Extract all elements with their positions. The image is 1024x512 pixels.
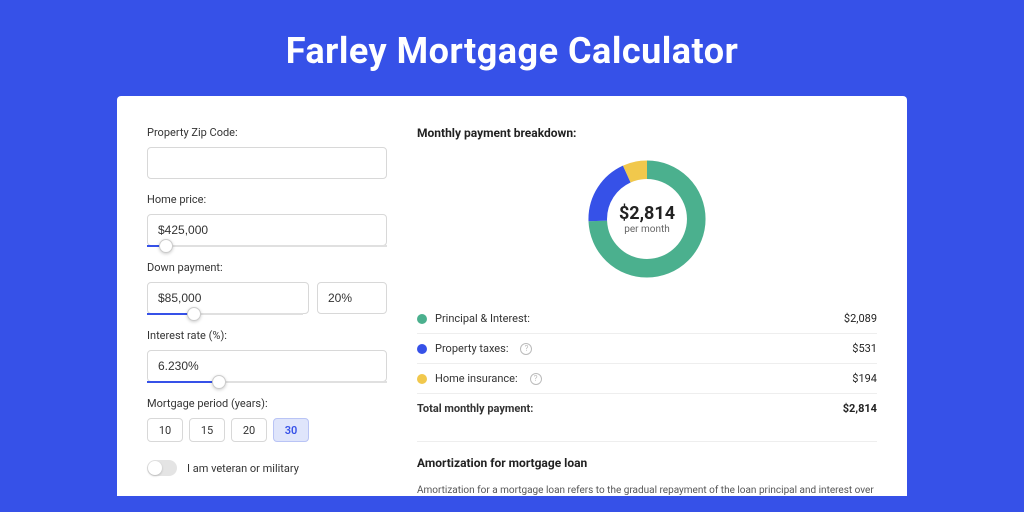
total-value: $2,814 (843, 402, 877, 415)
period-option-30[interactable]: 30 (273, 418, 309, 442)
down-payment-field: Down payment: (147, 261, 387, 315)
zip-input[interactable] (147, 147, 387, 179)
period-option-20[interactable]: 20 (231, 418, 267, 442)
period-option-15[interactable]: 15 (189, 418, 225, 442)
zip-label: Property Zip Code: (147, 126, 387, 139)
mortgage-period-label: Mortgage period (years): (147, 397, 387, 410)
amortization-text: Amortization for a mortgage loan refers … (417, 484, 877, 496)
down-payment-pct-input[interactable] (317, 282, 387, 314)
legend-label: Home insurance: (435, 372, 518, 385)
legend-value: $194 (852, 372, 877, 385)
slider-thumb[interactable] (212, 375, 226, 389)
veteran-toggle[interactable] (147, 460, 177, 476)
period-option-10[interactable]: 10 (147, 418, 183, 442)
calculator-card: Property Zip Code: Home price: Down paym… (117, 96, 907, 496)
slider-thumb[interactable] (159, 239, 173, 253)
home-price-slider[interactable] (147, 245, 387, 247)
donut-chart-wrap: $2,814 per month (417, 154, 877, 284)
legend-dot-icon (417, 344, 427, 354)
donut-chart: $2,814 per month (582, 154, 712, 284)
mortgage-period-field: Mortgage period (years): 10152030 (147, 397, 387, 442)
total-label: Total monthly payment: (417, 402, 533, 415)
home-price-field: Home price: (147, 193, 387, 247)
info-icon[interactable]: ? (530, 373, 542, 385)
donut-sub: per month (624, 224, 670, 235)
veteran-label: I am veteran or military (187, 462, 299, 475)
divider (417, 441, 877, 442)
home-price-input[interactable] (147, 214, 387, 246)
down-payment-input[interactable] (147, 282, 309, 314)
total-row: Total monthly payment: $2,814 (417, 394, 877, 423)
down-payment-label: Down payment: (147, 261, 387, 274)
legend-label: Property taxes: (435, 342, 508, 355)
legend-row-2: Home insurance:? $194 (417, 364, 877, 394)
form-panel: Property Zip Code: Home price: Down paym… (147, 126, 387, 496)
legend-row-0: Principal & Interest: $2,089 (417, 304, 877, 334)
toggle-knob (148, 461, 162, 475)
legend-dot-icon (417, 374, 427, 384)
legend-label: Principal & Interest: (435, 312, 530, 325)
interest-rate-label: Interest rate (%): (147, 329, 387, 342)
amortization-title: Amortization for mortgage loan (417, 456, 877, 470)
interest-rate-slider[interactable] (147, 381, 387, 383)
home-price-label: Home price: (147, 193, 387, 206)
slider-thumb[interactable] (187, 307, 201, 321)
veteran-toggle-row: I am veteran or military (147, 460, 387, 476)
breakdown-panel: Monthly payment breakdown: $2,814 per mo… (417, 126, 877, 496)
legend-row-1: Property taxes:? $531 (417, 334, 877, 364)
donut-amount: $2,814 (619, 203, 675, 224)
donut-center: $2,814 per month (582, 154, 712, 284)
interest-rate-field: Interest rate (%): (147, 329, 387, 383)
info-icon[interactable]: ? (520, 343, 532, 355)
breakdown-title: Monthly payment breakdown: (417, 126, 877, 140)
page-title: Farley Mortgage Calculator (0, 0, 1024, 96)
legend-value: $531 (852, 342, 877, 355)
zip-field: Property Zip Code: (147, 126, 387, 179)
legend-dot-icon (417, 314, 427, 324)
legend-value: $2,089 (844, 312, 877, 325)
interest-rate-input[interactable] (147, 350, 387, 382)
down-payment-slider[interactable] (147, 313, 303, 315)
